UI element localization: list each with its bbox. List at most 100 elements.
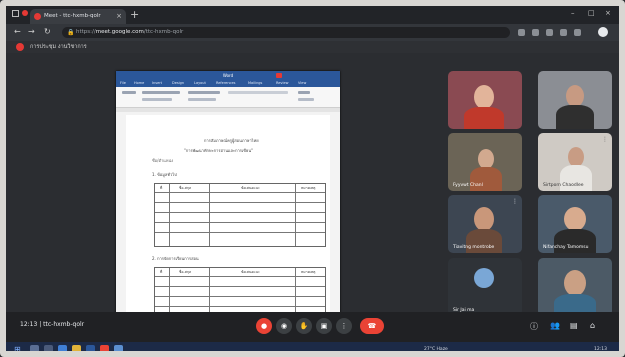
search-icon[interactable] <box>30 345 39 354</box>
font-controls[interactable] <box>142 91 180 94</box>
participant-body <box>556 105 594 129</box>
word-ribbon <box>116 87 340 108</box>
table-header: หมายเหตุ <box>301 186 316 190</box>
people-icon[interactable]: 👥 <box>550 321 560 330</box>
table-header: หมายเหตุ <box>301 270 316 274</box>
participant-tile[interactable]: Nifanchay Tamomsu <box>538 195 612 253</box>
table-header: ชื่อ-สกุล <box>179 270 192 274</box>
ribbon-tab[interactable]: Review <box>276 81 289 85</box>
participant-tile[interactable]: Fyyvwt Chanl <box>448 133 522 191</box>
doc-table-1: ที่ ชื่อ-สกุล ข้อเสนอแนะ หมายเหตุ <box>154 183 326 247</box>
participant-face <box>564 207 586 231</box>
presented-screen: Word File Home Insert Design Layout Refe… <box>116 71 340 321</box>
extension-icon[interactable] <box>546 29 553 36</box>
participant-name: Sirtporn Chaodlee <box>543 183 584 188</box>
participant-tile[interactable] <box>538 258 612 316</box>
participant-face <box>474 85 494 109</box>
paste-icon[interactable] <box>122 91 136 94</box>
participant-face <box>564 270 586 296</box>
word-ribbon-tabs: File Home Insert Design Layout Reference… <box>116 80 340 87</box>
participant-name: Fyyvwt Chanl <box>453 183 483 188</box>
tab-search-icon[interactable] <box>22 10 28 16</box>
camera-button[interactable]: ◉ <box>276 318 292 334</box>
ruler <box>116 108 340 112</box>
doc-heading: การสัมภาษณ์ครูผู้สอนภาษาไทย <box>204 138 259 143</box>
alignment-controls[interactable] <box>188 98 216 101</box>
back-arrow-icon[interactable]: ← <box>14 27 21 36</box>
address-bar[interactable]: 🔒 https://meet.google.com/ttc-hxmb-qolr <box>62 27 510 38</box>
word-icon[interactable] <box>86 345 95 354</box>
meeting-details[interactable]: 12:13 | ttc-hxmb-qolr <box>20 321 84 328</box>
leave-call-button[interactable]: ☎ <box>360 318 384 334</box>
recording-icon <box>276 73 282 78</box>
url-host: meet.google.com <box>95 29 144 35</box>
raise-hand-button[interactable]: ✋ <box>296 318 312 334</box>
participant-face <box>566 85 584 107</box>
app-icon[interactable] <box>114 345 123 354</box>
bookmark-item[interactable]: การประชุม งานวิชาการ <box>30 41 87 53</box>
lock-icon[interactable]: 🔒 <box>67 27 74 38</box>
more-options-icon[interactable]: ⋮ <box>512 198 518 205</box>
weather-widget[interactable]: 27°C Haze <box>424 347 448 352</box>
participant-face <box>478 149 494 169</box>
format-controls[interactable] <box>142 98 172 101</box>
extension-icon[interactable] <box>574 29 581 36</box>
more-options-button[interactable]: ⋮ <box>336 318 352 334</box>
table-header: ข้อเสนอแนะ <box>241 186 260 190</box>
reload-icon[interactable]: ↻ <box>44 27 51 36</box>
participant-tile[interactable]: Sirtporn Chaodlee ⋮ <box>538 133 612 191</box>
browser-toolbar: ← → ↻ 🔒 https://meet.google.com/ttc-hxmb… <box>6 24 619 41</box>
meeting-time: 12:13 <box>20 321 38 328</box>
find-icon[interactable] <box>298 91 310 94</box>
browser-tab-meet[interactable]: Meet - ttc-hxmb-qolr × <box>30 9 126 24</box>
activities-icon[interactable]: ⌂ <box>590 321 595 330</box>
info-icon[interactable]: ⓘ <box>530 321 538 332</box>
meeting-code: ttc-hxmb-qolr <box>43 321 85 328</box>
window-menu-icon[interactable] <box>12 10 19 17</box>
word-app-title: Word <box>222 73 234 78</box>
close-tab-icon[interactable]: × <box>116 9 122 24</box>
participant-tile[interactable] <box>538 71 612 129</box>
extension-icon[interactable] <box>532 29 539 36</box>
word-title-bar: Word <box>116 71 340 80</box>
ribbon-tab[interactable]: View <box>298 81 306 85</box>
extension-icon[interactable] <box>518 29 525 36</box>
start-menu-icon[interactable]: ⊞ <box>14 345 21 354</box>
more-options-icon[interactable]: ⋮ <box>602 136 608 143</box>
ribbon-tab[interactable]: Home <box>134 81 144 85</box>
ribbon-tab[interactable]: Layout <box>194 81 206 85</box>
ribbon-tab[interactable]: Insert <box>152 81 162 85</box>
ribbon-tab[interactable]: Mailings <box>248 81 262 85</box>
task-view-icon[interactable] <box>44 345 53 354</box>
maximize-button[interactable]: □ <box>588 9 595 17</box>
ribbon-tab[interactable]: References <box>216 81 235 85</box>
chat-icon[interactable]: ▤ <box>570 321 578 330</box>
ribbon-tab[interactable]: Design <box>172 81 184 85</box>
participant-tile[interactable] <box>448 71 522 129</box>
profile-avatar[interactable] <box>598 27 608 37</box>
minimize-button[interactable]: – <box>571 9 575 17</box>
chrome-icon[interactable] <box>100 345 109 354</box>
ribbon-tab[interactable]: File <box>120 81 126 85</box>
close-window-button[interactable]: × <box>605 9 611 17</box>
participant-tile[interactable]: Sir Jai ma <box>448 258 522 316</box>
meet-control-bar: 12:13 | ttc-hxmb-qolr ● ◉ ✋ ▣ ⋮ ☎ ⓘ 👥 ▤ … <box>6 312 619 342</box>
edge-icon[interactable] <box>58 345 67 354</box>
forward-arrow-icon[interactable]: → <box>28 27 35 36</box>
system-clock[interactable]: 12:13 <box>594 347 607 352</box>
new-tab-button[interactable]: + <box>130 8 139 21</box>
paragraph-controls[interactable] <box>188 91 220 94</box>
participant-tile[interactable]: Tiavitng montrobe ⋮ <box>448 195 522 253</box>
url-path: /ttc-hxmb-qolr <box>143 29 184 35</box>
styles-gallery[interactable] <box>228 91 288 94</box>
file-explorer-icon[interactable] <box>72 345 81 354</box>
os-taskbar: ⊞ 27°C Haze 12:13 <box>6 342 619 357</box>
present-screen-button[interactable]: ▣ <box>316 318 332 334</box>
editing-controls[interactable] <box>298 98 314 101</box>
microphone-off-button[interactable]: ● <box>256 318 272 334</box>
extension-icon[interactable] <box>560 29 567 36</box>
table-header: ที่ <box>160 186 163 190</box>
participant-name: Nifanchay Tamomsu <box>543 245 589 250</box>
bookmark-favicon-icon <box>16 43 24 51</box>
table-header: ที่ <box>160 270 163 274</box>
